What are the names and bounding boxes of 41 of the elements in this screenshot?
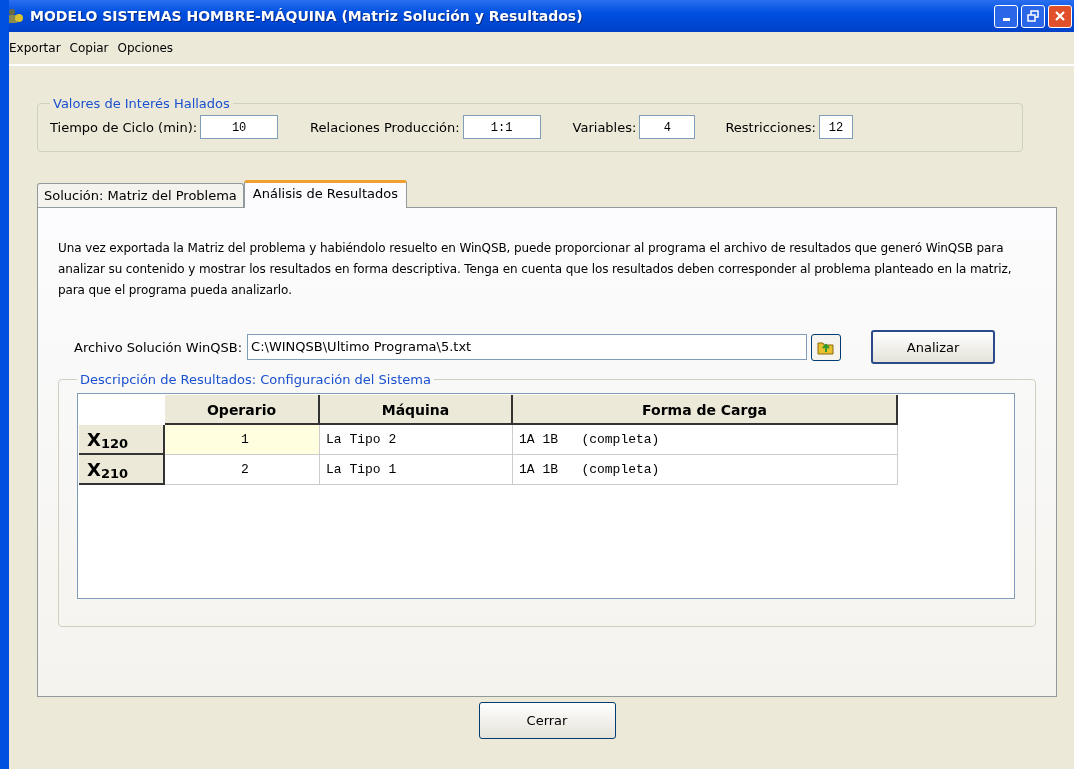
table-cell: La Tipo 2 (320, 425, 513, 455)
row-header[interactable]: X$_{210}$ (79, 455, 165, 485)
close-button[interactable] (1048, 4, 1072, 28)
close-dialog-button[interactable]: Cerrar (478, 702, 616, 739)
table-cell: La Tipo 1 (320, 455, 513, 485)
folder-icon (817, 339, 836, 355)
tab[interactable]: Análisis de Resultados (243, 180, 407, 208)
restore-button[interactable] (1021, 4, 1045, 28)
value-field[interactable]: 1:1 (462, 115, 541, 139)
file-path-field[interactable]: C:\WINQSB\Ultimo Programa\5.txt (247, 334, 808, 360)
window-title: MODELO SISTEMAS HOMBRE-MÁQUINA (Matriz Solución y Resultados) (30, 8, 583, 24)
close-icon (1054, 10, 1066, 22)
menu-item[interactable]: Opciones (117, 41, 174, 55)
value-field[interactable]: 12 (818, 115, 853, 139)
value-field[interactable]: 10 (200, 115, 279, 139)
menu-item[interactable]: Exportar (9, 41, 61, 55)
menu-item[interactable]: Copiar (69, 41, 109, 55)
tab[interactable]: Solución: Matriz del Problema (37, 183, 244, 207)
minimize-button[interactable] (994, 4, 1018, 28)
column-header[interactable]: Forma de Carga (513, 395, 898, 425)
group-legend: Descripción de Resultados: Configuración del Sistema (77, 372, 434, 387)
minimize-icon (1002, 18, 1010, 21)
row-header[interactable]: X$_{120}$ (79, 425, 165, 455)
restore-icon (1027, 10, 1039, 22)
description-text: Una vez exportada la Matriz del problema y habiéndolo resuelto en WinQSB, puede proporcionar al programa el archivo de resultados que generó WinQSB para analizar su contenido y mostrar los resultados en forma descriptiva. Tenga en cuenta que los resultados deben corresponder al problema planteado en la matriz, para que el programa pueda analizarlo. (58, 240, 1013, 299)
field-label: Tiempo de Ciclo (min): (50, 119, 198, 135)
app-icon (9, 8, 24, 24)
group-legend: Valores de Interés Hallados (50, 96, 233, 111)
table-cell: 1A 1B (completa) (513, 455, 898, 485)
table-cell: 1A 1B (completa) (513, 425, 898, 455)
value-field[interactable]: 4 (639, 115, 696, 139)
field-label: Variables: (572, 119, 637, 135)
browse-button[interactable] (811, 333, 842, 361)
file-label: Archivo Solución WinQSB: (74, 339, 243, 355)
column-header[interactable]: Máquina (320, 395, 513, 425)
field-label: Restricciones: (725, 119, 816, 135)
field-label: Relaciones Producción: (310, 119, 460, 135)
table-cell: 1 (165, 425, 320, 455)
column-header[interactable]: Operario (165, 395, 320, 425)
analyze-button[interactable]: Analizar (871, 330, 996, 364)
table-cell: 2 (165, 455, 320, 485)
